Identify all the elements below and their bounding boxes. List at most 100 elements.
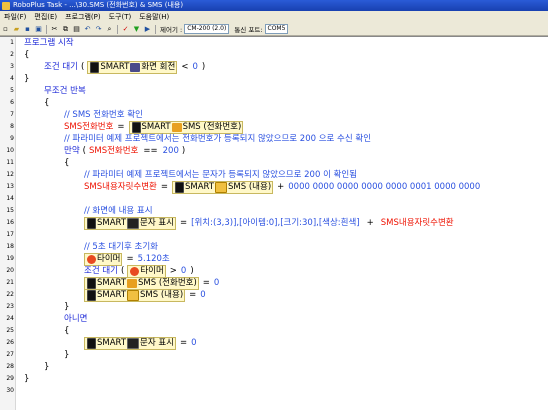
code-line-24[interactable]: 아니면: [64, 313, 87, 325]
code-line-7[interactable]: // SMS 전화번호 확인: [64, 109, 143, 121]
copy-icon[interactable]: ⧉: [61, 25, 70, 34]
code-line-12[interactable]: // 파라미터 예제 프로젝트에서는 문자가 등록되지 않았으므로 200 이 …: [84, 169, 357, 181]
value[interactable]: 0: [181, 265, 186, 277]
smart-sms-content-block[interactable]: SMART SMS (내용): [84, 288, 186, 302]
line-number: 3: [10, 63, 14, 70]
code-line-18[interactable]: // 5초 대기후 초기화: [84, 241, 158, 253]
port-select[interactable]: COM5: [264, 24, 289, 34]
menu-tools[interactable]: 도구(T): [105, 11, 136, 23]
block-label: 타이머: [97, 254, 121, 264]
open-folder-icon[interactable]: ▰: [12, 25, 21, 34]
line-number: 19: [6, 255, 14, 262]
code-line-21[interactable]: SMART SMS (전화번호) = 0: [84, 276, 219, 290]
variable[interactable]: SMS전화번호: [64, 121, 113, 133]
new-file-icon[interactable]: ▫: [1, 25, 10, 34]
close-brace: }: [64, 350, 70, 360]
save-as-icon[interactable]: ▣: [34, 25, 43, 34]
menu-help[interactable]: 도움말(H): [135, 11, 173, 23]
value[interactable]: 0: [214, 277, 219, 289]
line-number: 24: [6, 315, 14, 322]
smart-sms-content-block[interactable]: SMART SMS (내용): [172, 180, 274, 194]
operator: +: [366, 218, 374, 228]
code-line-9[interactable]: // 파라미터 예제 프로젝트에서는 전화번호가 등록되지 않았으므로 200 …: [64, 133, 371, 145]
line-number: 12: [6, 171, 14, 178]
line-number: 13: [6, 183, 14, 190]
code-line-29[interactable]: }: [24, 373, 29, 385]
timer-block[interactable]: 타이머: [84, 252, 123, 266]
menu-program[interactable]: 프로그램(P): [61, 11, 104, 23]
smart-sms-phone-block[interactable]: SMART SMS (전화번호): [128, 120, 244, 134]
value[interactable]: 200: [163, 145, 179, 157]
variable[interactable]: SMS전화번호: [89, 145, 138, 157]
close-brace: }: [24, 74, 30, 84]
save-icon[interactable]: ▪: [23, 25, 32, 34]
cut-icon[interactable]: ✂: [50, 25, 59, 34]
block-label: SMS (전화번호): [138, 278, 197, 288]
binary-value[interactable]: 0000 0000 0000 0000 0000 0001 0000 0000: [288, 181, 480, 193]
paste-icon[interactable]: ▤: [72, 25, 81, 34]
code-line-27[interactable]: }: [64, 349, 69, 361]
variable[interactable]: SMS내용자릿수변환: [381, 217, 454, 229]
smart-device-icon: [87, 217, 96, 229]
code-line-23[interactable]: }: [64, 301, 69, 313]
code-line-2[interactable]: {: [24, 49, 29, 61]
close-brace: }: [44, 362, 50, 372]
menu-file[interactable]: 파일(F): [0, 11, 30, 23]
undo-icon[interactable]: ↶: [83, 25, 92, 34]
assign: =: [180, 218, 188, 228]
code-line-8[interactable]: SMS전화번호 = SMART SMS (전화번호): [64, 120, 244, 134]
line-number: 28: [6, 363, 14, 370]
assign: =: [126, 254, 134, 264]
code-line-22[interactable]: SMART SMS (내용) = 0: [84, 288, 206, 302]
device-label: SMART: [97, 218, 127, 228]
program-output-icon[interactable]: ▶: [143, 25, 152, 34]
menu-bar: 파일(F) 편집(E) 프로그램(P) 도구(T) 도움말(H): [0, 11, 548, 23]
endless-loop-keyword: 무조건 반복: [44, 86, 86, 96]
code-line-10[interactable]: 만약 ( SMS전화번호 == 200 ): [64, 145, 185, 157]
value[interactable]: 0: [192, 61, 197, 73]
code-line-3[interactable]: 조건 대기 ( SMART 화면 회전 < 0 ): [44, 60, 205, 74]
program-start-keyword: 프로그램 시작: [24, 38, 74, 48]
smart-text-display-block[interactable]: SMART 문자 표시: [84, 336, 177, 350]
controller-select[interactable]: CM-200 (2.0): [184, 24, 230, 34]
device-label: SMART: [185, 182, 215, 192]
code-line-20[interactable]: 조건 대기 ( 타이머 > 0 ): [84, 264, 194, 278]
smart-device-icon: [175, 181, 184, 193]
value[interactable]: 0: [200, 289, 205, 301]
if-keyword: 만약: [64, 146, 80, 156]
block-label: SMS (내용): [140, 290, 184, 300]
line-number: 11: [6, 159, 14, 166]
value[interactable]: 5.120초: [138, 253, 170, 265]
code-line-19[interactable]: 타이머 = 5.120초: [84, 252, 170, 266]
code-line-11[interactable]: {: [64, 157, 69, 169]
value[interactable]: 0: [191, 337, 196, 349]
code-line-13[interactable]: SMS내용자릿수변환 = SMART SMS (내용) + 0000 0000 …: [84, 180, 480, 194]
search-icon[interactable]: ⌕: [105, 25, 114, 34]
code-line-6[interactable]: {: [44, 97, 49, 109]
line-number: 7: [10, 111, 14, 118]
operator: +: [277, 182, 285, 192]
code-line-16[interactable]: SMART 문자 표시 = [위치:(3,3)],[아이템:0],[크기:30]…: [84, 216, 454, 230]
compile-check-icon[interactable]: ✓: [121, 25, 130, 34]
code-line-1[interactable]: 프로그램 시작: [24, 37, 74, 49]
line-number: 15: [6, 207, 14, 214]
smart-text-display-block[interactable]: SMART 문자 표시: [84, 216, 177, 230]
code-editor[interactable]: 1 2 3 4 5 6 7 8 9 10 11 12 13 14 15 16 1…: [0, 36, 548, 410]
wait-until-keyword: 조건 대기: [84, 266, 118, 276]
line-number: 9: [10, 135, 14, 142]
code-line-28[interactable]: }: [44, 361, 49, 373]
variable[interactable]: SMS내용자릿수변환: [84, 181, 157, 193]
line-number: 21: [6, 279, 14, 286]
smart-screen-rotation-block[interactable]: SMART 화면 회전: [87, 60, 178, 74]
line-number: 27: [6, 351, 14, 358]
code-line-25[interactable]: {: [64, 325, 69, 337]
display-params[interactable]: [위치:(3,3)],[아이템:0],[크기:30],[색상:흰색]: [191, 217, 360, 229]
code-line-5[interactable]: 무조건 반복: [44, 85, 86, 97]
code-line-26[interactable]: SMART 문자 표시 = 0: [84, 336, 197, 350]
menu-edit[interactable]: 편집(E): [30, 11, 61, 23]
line-number: 8: [10, 123, 14, 130]
redo-icon[interactable]: ↷: [94, 25, 103, 34]
download-icon[interactable]: ▼: [132, 25, 141, 34]
code-line-15[interactable]: // 화면에 내용 표시: [84, 205, 153, 217]
code-line-4[interactable]: }: [24, 73, 29, 85]
